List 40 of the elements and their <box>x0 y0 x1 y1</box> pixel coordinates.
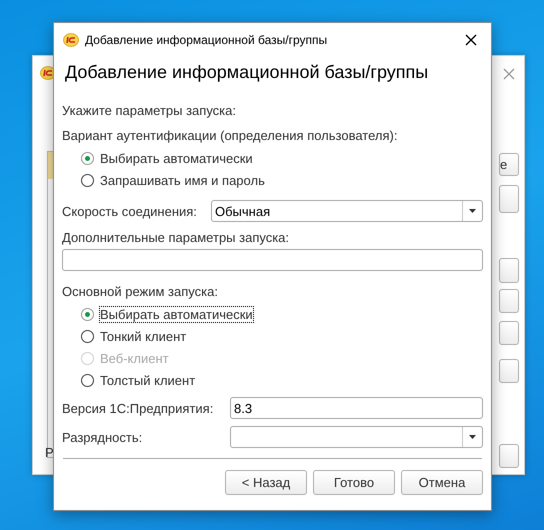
radio-button[interactable] <box>81 308 94 320</box>
side-button[interactable] <box>499 444 519 468</box>
dialog-button[interactable]: < Назад <box>225 470 307 495</box>
radio-button[interactable] <box>81 152 94 164</box>
radio-label: Запрашивать имя и пароль <box>100 172 265 188</box>
dialog-button[interactable]: Отмена <box>401 470 483 495</box>
side-button[interactable] <box>499 258 519 283</box>
radio-label: Тонкий клиент <box>100 328 186 344</box>
version-field[interactable]: 8.3 <box>230 397 483 419</box>
bitness-dropdown[interactable] <box>230 426 483 448</box>
side-button[interactable] <box>499 185 519 213</box>
intro-label: Укажите параметры запуска: <box>62 103 237 119</box>
radio-button[interactable] <box>81 374 94 386</box>
group-label: Основной режим запуска: <box>62 284 219 300</box>
field-label: Скорость соединения: <box>62 204 198 218</box>
radio-label: Выбирать автоматически <box>100 306 253 322</box>
footer-label: Р <box>45 445 54 460</box>
group-label: Вариант аутентификации (определения пользователя): <box>62 128 398 144</box>
dropdown-caret-icon <box>469 435 476 439</box>
speed-dropdown[interactable]: Обычная <box>211 200 483 222</box>
close-icon <box>503 68 515 80</box>
side-button[interactable] <box>499 289 519 313</box>
radio-button[interactable] <box>81 174 94 186</box>
radio-label: Выбирать автоматически <box>100 150 253 166</box>
dropdown-caret-icon <box>469 209 476 213</box>
side-button[interactable] <box>499 359 519 383</box>
field-label: Разрядность: <box>62 430 144 444</box>
field-label: Версия 1С:Предприятия: <box>62 400 214 416</box>
app-logo-icon <box>63 32 79 46</box>
window-title: Добавление информационной базы/группы <box>85 32 328 46</box>
radio-label: Веб-клиент <box>100 350 169 366</box>
radio-button[interactable] <box>81 330 94 342</box>
input-field[interactable] <box>62 249 483 271</box>
close-icon <box>465 34 477 46</box>
side-button[interactable] <box>499 321 519 345</box>
dialog-heading: Добавление информационной базы/группы <box>65 62 430 83</box>
side-button[interactable]: е <box>499 153 519 176</box>
dialog-button[interactable]: Готово <box>313 470 395 495</box>
field-label: Дополнительные параметры запуска: <box>62 230 290 246</box>
radio-label: Толстый клиент <box>100 372 196 388</box>
